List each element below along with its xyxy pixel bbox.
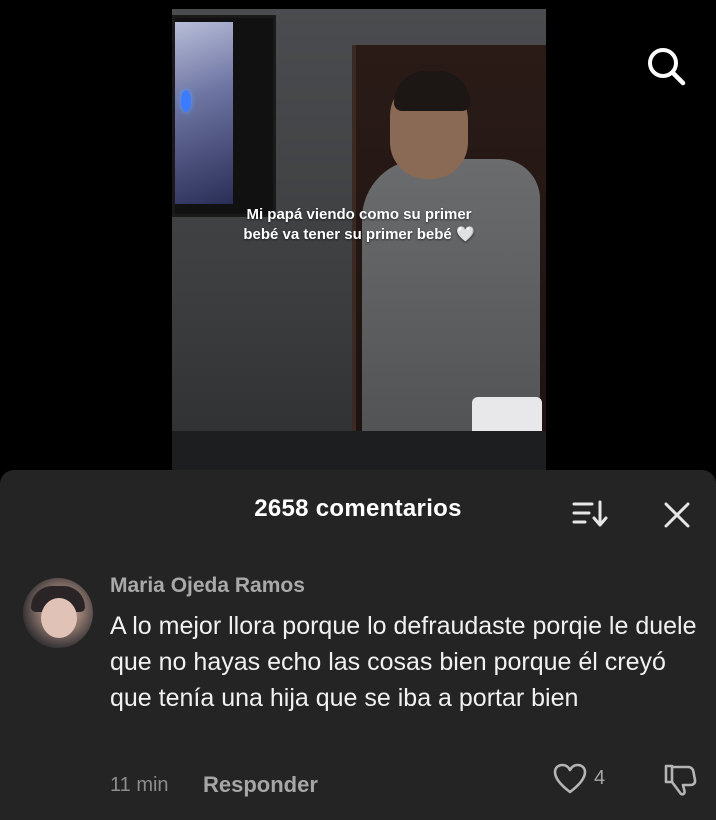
close-button[interactable] <box>660 498 694 532</box>
ultrasound-screen <box>175 22 233 204</box>
video-monitor <box>172 15 276 217</box>
comments-sheet: 2658 comentarios Maria Ojeda Ramos A lo … <box>0 470 716 820</box>
video-caption: Mi papá viendo como su primer bebé va te… <box>243 206 475 243</box>
sort-icon <box>572 500 608 527</box>
search-button[interactable] <box>640 40 692 92</box>
avatar-face <box>41 598 77 638</box>
comments-count-title: 2658 comentarios <box>254 495 462 522</box>
reply-button[interactable]: Responder <box>203 772 318 798</box>
ultrasound-highlight <box>181 90 191 112</box>
avatar[interactable] <box>23 578 93 648</box>
search-icon <box>648 48 686 86</box>
like-count: 4 <box>594 767 606 789</box>
close-icon <box>664 502 690 528</box>
comment-text: A lo mejor llora porque lo defraudaste p… <box>110 612 697 712</box>
dislike-button[interactable] <box>662 762 698 798</box>
comment-username[interactable]: Maria Ojeda Ramos <box>110 574 305 598</box>
like-button[interactable] <box>552 762 588 796</box>
heart-icon <box>553 763 587 794</box>
comment-time: 11 min <box>110 774 169 796</box>
video-floor <box>172 431 546 471</box>
video-player[interactable]: Mi papá viendo como su primer bebé va te… <box>172 9 546 471</box>
sort-button[interactable] <box>572 498 608 530</box>
thumbs-down-icon <box>664 764 697 796</box>
